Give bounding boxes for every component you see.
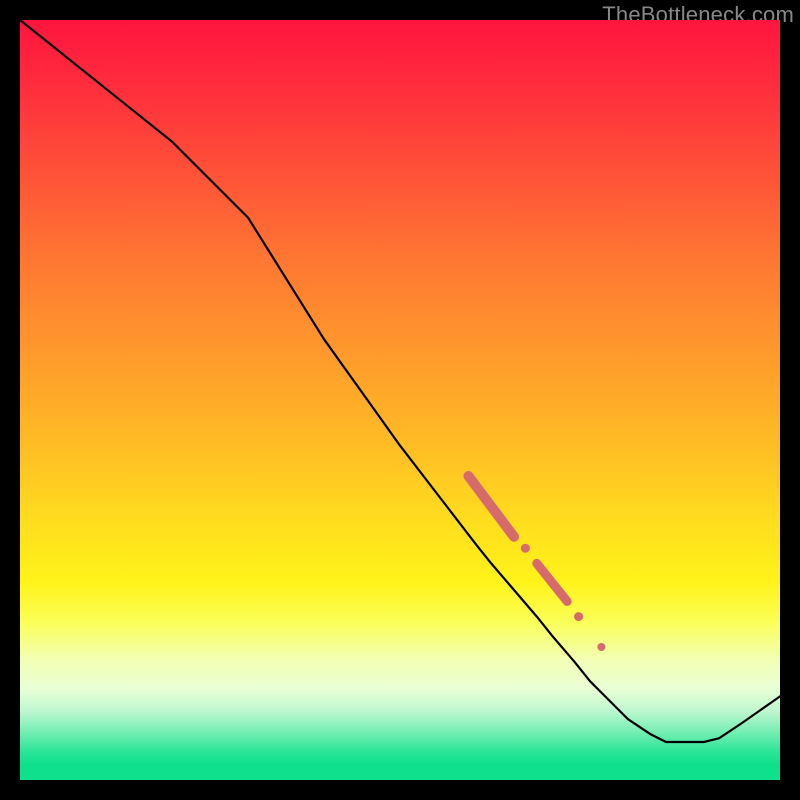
marker-layer	[468, 476, 605, 651]
marker-segment	[468, 476, 514, 537]
plot-area	[20, 20, 780, 780]
marker-dot	[521, 544, 530, 553]
line-series-curve	[20, 20, 780, 742]
marker-dot	[597, 643, 605, 651]
marker-dot	[574, 612, 583, 621]
chart-container: TheBottleneck.com	[0, 0, 800, 800]
chart-overlay	[20, 20, 780, 780]
marker-segment	[537, 563, 567, 601]
